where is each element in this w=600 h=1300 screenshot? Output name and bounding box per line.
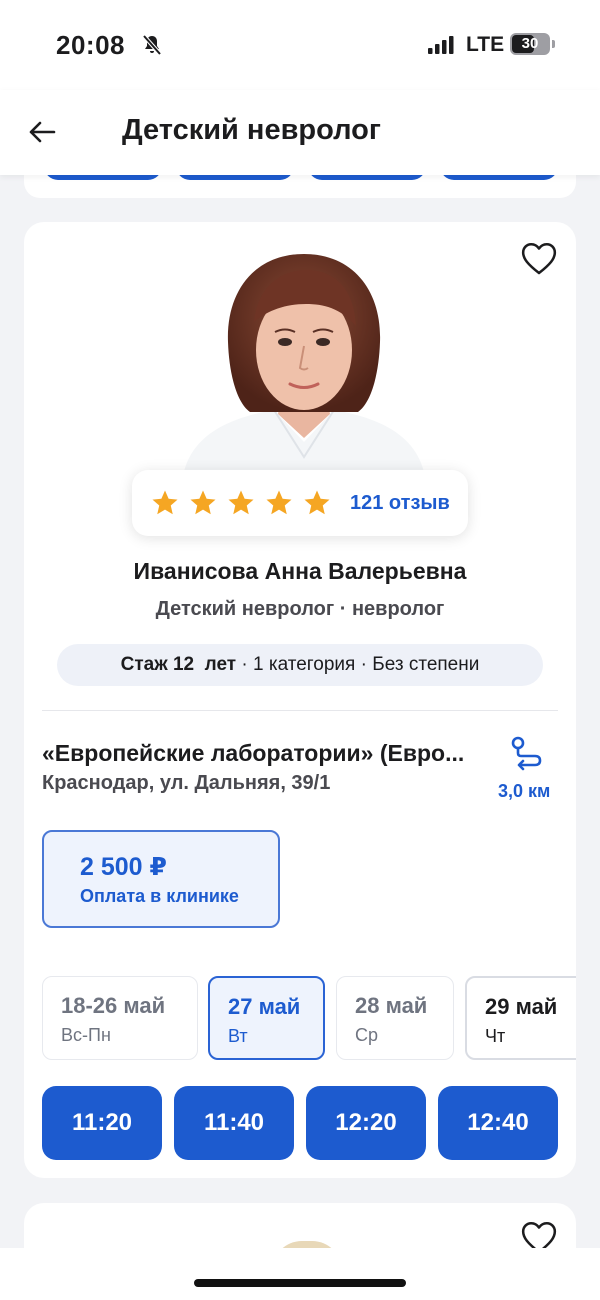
- time-slot-button[interactable]: 11:20: [42, 1086, 162, 1160]
- route-icon[interactable]: [508, 734, 548, 774]
- weekday-label: Вт: [228, 1026, 248, 1046]
- date-label: 29 май: [485, 994, 558, 1019]
- weekday-label: Ср: [355, 1025, 379, 1045]
- experience-chip: Стаж 12 лет · 1 категория · Без степени: [57, 644, 543, 686]
- weekday-label: Вс-Пн: [61, 1025, 111, 1045]
- divider: [42, 710, 558, 711]
- arrow-left-icon: [29, 121, 56, 143]
- screen: 20:08 LTE 30 Детский невролог 121 отзыв …: [0, 0, 600, 1300]
- time-slot-button[interactable]: 12:20: [306, 1086, 426, 1160]
- date-label: 27 май: [228, 994, 301, 1019]
- star-icon: [266, 490, 292, 515]
- battery-icon: 30: [510, 33, 550, 55]
- payment-note: Оплата в клинике: [80, 886, 239, 906]
- weekday-label: Чт: [485, 1026, 506, 1046]
- reviews-link[interactable]: 121 отзыв: [350, 492, 450, 515]
- battery-tip: [552, 40, 555, 48]
- rating-badge[interactable]: 121 отзыв: [132, 470, 468, 536]
- bell-slash-icon: [142, 34, 162, 56]
- star-icon: [304, 490, 330, 515]
- battery-level: 30: [521, 35, 539, 52]
- date-label: 18-26 май: [61, 993, 166, 1018]
- signal-icon: [428, 36, 454, 54]
- clinic-distance[interactable]: 3,0 км: [498, 781, 550, 802]
- doctor-photo: [184, 254, 424, 472]
- time-slot-button[interactable]: 12:40: [438, 1086, 558, 1160]
- date-chip-selected[interactable]: 27 май Вт: [208, 976, 325, 1060]
- status-time: 20:08: [56, 30, 125, 60]
- doctor-card[interactable]: 121 отзыв Иванисова Анна Валерьевна Детс…: [24, 222, 576, 1178]
- star-icon: [190, 490, 216, 515]
- heart-outline-icon[interactable]: [520, 240, 558, 276]
- star-icon: [228, 490, 254, 515]
- time-slot-button[interactable]: 11:40: [174, 1086, 294, 1160]
- price-amount: 2 500 ₽: [80, 853, 167, 881]
- date-chip[interactable]: 28 май Ср: [336, 976, 454, 1060]
- star-icon: [152, 490, 178, 515]
- date-chip[interactable]: 29 май Чт: [465, 976, 576, 1060]
- experience-details: · 1 категория · Без степени: [236, 654, 480, 675]
- bottom-safe-area: [0, 1248, 600, 1300]
- top-app-bar: Детский невролог: [0, 90, 600, 175]
- date-chip[interactable]: 18-26 май Вс-Пн: [42, 976, 198, 1060]
- back-button[interactable]: [24, 114, 60, 150]
- clinic-name[interactable]: «Европейские лаборатории» (Евро...: [42, 740, 502, 767]
- doctor-specialty: Детский невролог · невролог: [155, 598, 445, 620]
- experience-years: Стаж 12 лет: [120, 654, 237, 675]
- date-label: 28 май: [355, 993, 428, 1018]
- page-title: Детский невролог: [122, 114, 381, 146]
- price-option[interactable]: 2 500 ₽ Оплата в клинике: [42, 830, 280, 928]
- home-indicator[interactable]: [194, 1279, 406, 1287]
- status-bar: 20:08 LTE 30: [0, 0, 600, 90]
- network-type: LTE: [466, 33, 505, 56]
- clinic-address: Краснодар, ул. Дальняя, 39/1: [42, 772, 331, 794]
- doctor-name[interactable]: Иванисова Анна Валерьевна: [24, 558, 576, 585]
